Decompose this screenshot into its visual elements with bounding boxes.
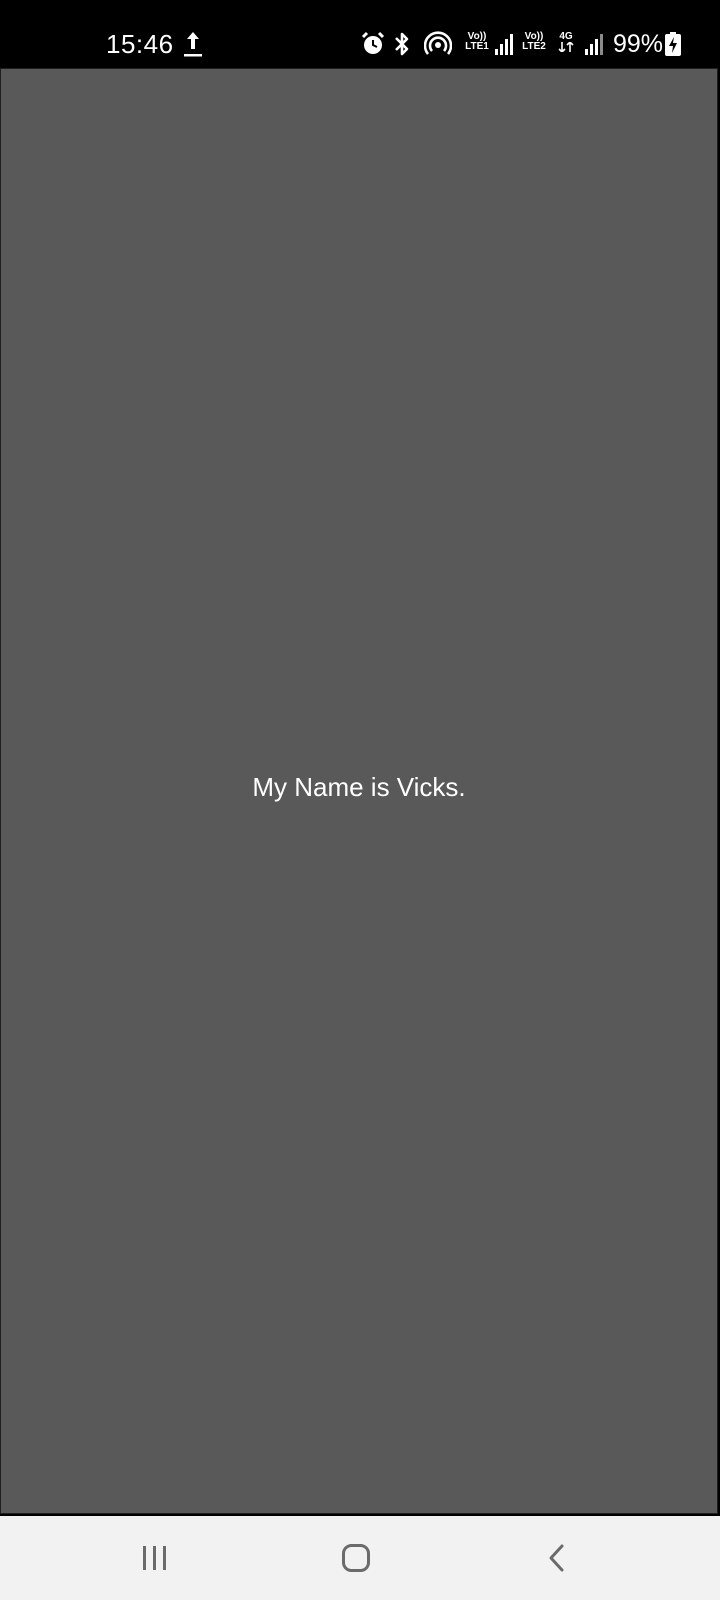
status-time: 15:46: [106, 29, 174, 59]
sim1-lte-label: LTE1: [465, 41, 489, 52]
recent-apps-button[interactable]: [125, 1536, 185, 1580]
app-content: My Name is Vicks.: [0, 68, 718, 1514]
battery-charging-icon: [665, 32, 681, 56]
name-message: My Name is Vicks.: [252, 772, 466, 802]
bluetooth-icon: [395, 32, 409, 56]
sim1-network-label: Vo)) LTE1: [462, 32, 492, 52]
back-icon: [549, 1544, 564, 1572]
data-arrows-icon: [558, 40, 574, 54]
sim2-network-label: Vo)) LTE2: [518, 32, 550, 52]
signal-sim1-icon: [495, 34, 513, 55]
alarm-icon: [361, 31, 385, 54]
home-icon: [342, 1544, 370, 1572]
sim2-lte-label: LTE2: [522, 41, 546, 52]
status-bar: 15:46 Vo)) LTE1 Vo)) LTE2 4G 99%: [0, 0, 720, 68]
home-button[interactable]: [326, 1536, 386, 1580]
navigation-bar: [0, 1516, 720, 1600]
upload-icon: [184, 32, 202, 57]
back-button[interactable]: [527, 1536, 587, 1580]
recent-apps-icon: [143, 1546, 166, 1570]
data-type-label: 4G: [556, 32, 576, 55]
signal-sim2-icon: [585, 34, 603, 55]
hotspot-icon: [424, 31, 452, 55]
battery-percent: 99%: [613, 30, 664, 58]
data-type-text: 4G: [559, 31, 573, 42]
